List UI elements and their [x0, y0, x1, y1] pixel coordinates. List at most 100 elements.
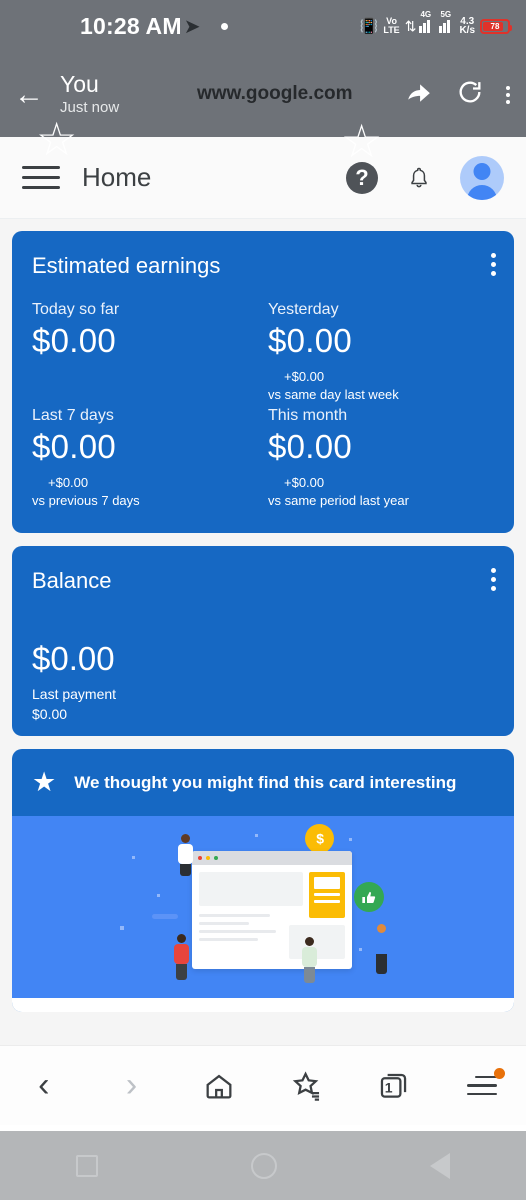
android-navigation-bar: [0, 1131, 526, 1200]
chevron-left-icon: ‹: [38, 1066, 50, 1104]
metric-value: $0.00: [268, 322, 353, 359]
metric-label: This month: [268, 407, 348, 425]
telegram-browser-overlay: 10:28 AM ➤ 📳 Vo LTE ⇅ 4G 5G 4.3 K/s 78 ☆…: [0, 0, 526, 167]
data-rate-indicator: 4.3 K/s: [459, 16, 475, 36]
nav-menu-button[interactable]: [450, 1063, 514, 1109]
vibrate-icon: 📳: [359, 18, 379, 35]
chevron-right-icon: ›: [125, 1066, 138, 1104]
star-icon-bookmark[interactable]: ☆: [341, 114, 382, 168]
metric-delta-note: vs same period last year: [268, 492, 409, 508]
nav-tabs-button[interactable]: 1: [362, 1063, 426, 1109]
url-text[interactable]: www.google.com: [197, 83, 353, 105]
hamburger-menu-icon: [467, 1075, 498, 1096]
sender-name: You: [60, 71, 99, 98]
data-transfer-icon: ⇅: [404, 17, 417, 34]
metric-today: Today so far $0.00: [32, 301, 258, 403]
app-bar: Home ?: [0, 137, 526, 219]
metric-this-month: This month $0.00 +$0.00 vs same period l…: [268, 407, 494, 509]
browser-bar-actions: [404, 78, 512, 111]
signal-bars-sim1-icon: 4G: [419, 10, 434, 33]
battery-icon: 78: [480, 18, 512, 34]
tab-count-label: 1: [384, 1078, 393, 1095]
hamburger-menu-icon[interactable]: [22, 166, 60, 189]
browser-bottom-toolbar: ‹ › 1: [0, 1045, 526, 1125]
person-figure: [374, 924, 389, 975]
refresh-icon[interactable]: [456, 78, 484, 111]
metric-delta-note: vs previous 7 days: [32, 492, 140, 508]
content-thumbnail: [289, 925, 345, 960]
signal-bars-sim2-icon: 5G: [439, 10, 454, 33]
window-body: [192, 865, 352, 960]
cards-scroll-area[interactable]: Estimated earnings Today so far $0.00 Ye…: [0, 219, 526, 1013]
earnings-metrics-grid: Today so far $0.00 Yesterday $0.00 +$0.0…: [32, 301, 494, 509]
home-circle-icon[interactable]: [250, 1152, 277, 1179]
metric-value: $0.00: [268, 428, 353, 466]
metric-delta-note: vs same day last week: [268, 386, 399, 402]
star-filled-icon: ★: [32, 767, 57, 798]
network-type-1: 4G: [420, 10, 432, 19]
metric-delta: +$0.00 vs same period last year: [268, 474, 494, 509]
metric-last-7-days: Last 7 days $0.00 +$0.00 vs previous 7 d…: [32, 407, 258, 509]
home-icon: [206, 1074, 232, 1098]
balance-value: $0.00: [32, 640, 115, 678]
person-figure: [178, 834, 193, 877]
update-dot-badge: [494, 1067, 506, 1079]
data-rate-unit: K/s: [459, 25, 475, 36]
nav-back-button[interactable]: ‹: [12, 1063, 76, 1109]
status-bar-right: 📳 Vo LTE ⇅ 4G 5G 4.3 K/s 78: [359, 10, 512, 36]
account-avatar-icon[interactable]: [460, 155, 504, 200]
money-glyph: $: [315, 830, 324, 847]
content-block: [199, 872, 303, 907]
metric-delta-value: +$0.00: [48, 475, 89, 491]
star-icon-ghost-left: ☆: [36, 113, 78, 165]
clock: 10:28 AM: [80, 12, 182, 39]
bell-icon[interactable]: [406, 164, 432, 192]
phone-screen: Home ? Estimated earnings Today so far $…: [0, 0, 526, 1200]
metric-value: $0.00: [32, 322, 117, 359]
metric-delta-value: +$0.00: [284, 475, 325, 491]
card-title: Balance: [32, 568, 112, 594]
adsense-page: Home ? Estimated earnings Today so far $…: [0, 137, 526, 1045]
balance-card[interactable]: Balance $0.00 Last payment $0.00: [12, 546, 514, 737]
page-title: Home: [82, 162, 152, 192]
metric-label: Yesterday: [268, 301, 339, 318]
window-titlebar: [192, 851, 352, 866]
card-title: Estimated earnings: [32, 253, 221, 278]
back-triangle-icon[interactable]: [429, 1152, 450, 1179]
suggestion-header: ★ We thought you might find this card in…: [12, 749, 514, 816]
volte-line-2: LTE: [383, 25, 400, 35]
nav-forward-button[interactable]: ›: [99, 1063, 163, 1109]
metric-delta-spacer: [32, 360, 258, 402]
estimated-earnings-card[interactable]: Estimated earnings Today so far $0.00 Ye…: [12, 231, 514, 534]
telegram-browser-bar: ☆ ☆ ← You Just now www.google.com: [0, 52, 526, 167]
back-arrow-icon[interactable]: ←: [14, 79, 54, 110]
person-figure: [302, 937, 317, 984]
browser-window-mockup: [192, 851, 352, 970]
bookmarks-star-icon: [292, 1070, 319, 1101]
metric-label: Last 7 days: [32, 407, 114, 425]
recents-square-icon[interactable]: [76, 1154, 99, 1177]
share-arrow-icon[interactable]: [404, 79, 434, 110]
volte-icon: Vo LTE: [383, 17, 399, 34]
last-payment-value: $0.00: [32, 706, 68, 723]
nav-home-button[interactable]: [187, 1063, 251, 1109]
more-vertical-icon[interactable]: [491, 568, 496, 592]
metric-delta: +$0.00 vs same day last week: [268, 368, 494, 403]
telegram-plane-icon: ➤: [183, 15, 201, 38]
notification-dot-icon: [220, 22, 228, 30]
browser-bar-titles: You Just now: [60, 72, 119, 116]
metric-label: Today so far: [32, 301, 120, 318]
thumbs-up-icon: [354, 882, 384, 913]
text-lines: [199, 914, 283, 942]
suggestion-text: We thought you might find this card inte…: [74, 772, 457, 792]
card-footer: [12, 998, 514, 1013]
battery-percent: 78: [490, 21, 500, 31]
more-vertical-icon[interactable]: [506, 85, 510, 104]
metric-yesterday: Yesterday $0.00 +$0.00 vs same day last …: [268, 301, 494, 403]
tab-switcher-icon: [381, 1073, 407, 1098]
suggestion-card[interactable]: ★ We thought you might find this card in…: [12, 749, 514, 1013]
more-vertical-icon[interactable]: [491, 253, 496, 276]
nav-bookmarks-button[interactable]: [275, 1063, 339, 1109]
status-bar: 10:28 AM ➤ 📳 Vo LTE ⇅ 4G 5G 4.3 K/s 78: [0, 0, 526, 52]
network-type-2: 5G: [440, 10, 452, 19]
